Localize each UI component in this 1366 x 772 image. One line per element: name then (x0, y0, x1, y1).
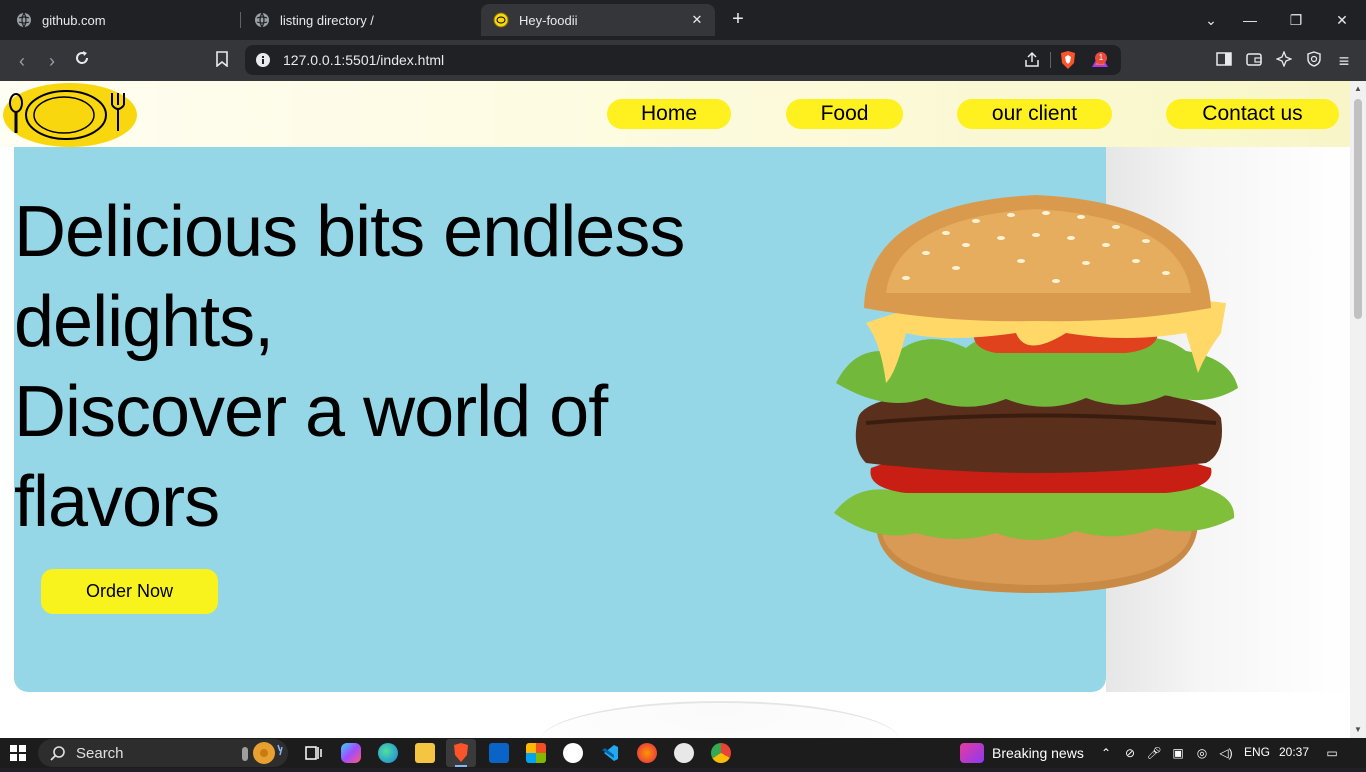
news-widget[interactable]: Breaking news (960, 742, 1084, 764)
taskbar-search[interactable]: Search (38, 739, 288, 767)
chevron-down-icon[interactable]: ⌄ (1199, 8, 1223, 32)
tab-github[interactable]: github.com (4, 4, 236, 36)
globe-icon[interactable]: ◎ (1194, 745, 1210, 761)
vscode-icon[interactable] (600, 743, 620, 763)
divider (1050, 52, 1051, 68)
windows-taskbar: Search Breaking news ⌃ ⊘ 🎤︎ ▣ ◎ ◁) ENG 2… (0, 738, 1366, 768)
browser-toolbar: ‹ › 127.0.0.1:5501/index.html 1 ≡ (0, 40, 1366, 81)
minimize-icon[interactable]: — (1238, 8, 1262, 32)
globe-icon (16, 12, 32, 28)
tab-title: Hey-foodii (519, 12, 578, 28)
scroll-down-icon[interactable]: ▼ (1354, 726, 1362, 734)
network-off-icon[interactable]: ⊘ (1122, 745, 1138, 761)
windows-start-icon[interactable] (10, 745, 26, 761)
microsoft-store-icon[interactable] (526, 743, 546, 763)
burger-image (834, 195, 1238, 593)
reload-icon[interactable] (70, 49, 94, 73)
hero-headline: Delicious bits endless delights, Discove… (14, 187, 774, 547)
restore-icon[interactable]: ❐ (1284, 8, 1308, 32)
brave-shields-icon[interactable] (1059, 50, 1077, 70)
firefox-icon[interactable] (637, 743, 657, 763)
chat-app-icon[interactable] (674, 743, 694, 763)
nav-our-client-button[interactable]: our client (957, 99, 1112, 129)
wallet-icon[interactable] (1242, 49, 1266, 73)
scroll-thumb[interactable] (1354, 99, 1362, 319)
site-favicon (493, 12, 509, 28)
globe-icon (254, 12, 270, 28)
brave-rewards-icon[interactable]: 1 (1089, 49, 1111, 71)
back-icon[interactable]: ‹ (10, 49, 34, 73)
headline-line: Delicious bits endless (14, 192, 685, 272)
url-text: 127.0.0.1:5501/index.html (283, 52, 445, 68)
search-icon (50, 746, 65, 761)
tab-listing-directory[interactable]: listing directory / (242, 4, 474, 36)
share-icon[interactable] (1023, 51, 1041, 69)
chrome-icon[interactable] (711, 743, 731, 763)
search-label: Search (76, 745, 124, 762)
app-icon[interactable] (563, 743, 583, 763)
forward-icon[interactable]: › (40, 49, 64, 73)
nav-contact-us-button[interactable]: Contact us (1166, 99, 1339, 129)
volume-icon[interactable]: ◁) (1218, 745, 1234, 761)
tab-hey-foodii[interactable]: Hey-foodii ✕ (481, 4, 715, 36)
headline-line: flavors (14, 462, 220, 542)
file-explorer-icon[interactable] (415, 743, 435, 763)
page-scrollbar[interactable]: ▲ ▼ (1350, 81, 1366, 738)
tab-title: listing directory / (280, 12, 374, 28)
news-label: Breaking news (992, 745, 1084, 761)
tab-title: github.com (42, 12, 106, 28)
page-viewport: Delicious bits endless delights, Discove… (0, 81, 1350, 738)
clock[interactable]: 20:37 (1279, 745, 1309, 759)
site-info-icon[interactable] (255, 52, 271, 68)
menu-icon[interactable]: ≡ (1332, 49, 1356, 73)
task-view-icon[interactable] (303, 743, 323, 763)
news-icon (960, 743, 984, 763)
copilot-icon[interactable] (341, 743, 361, 763)
sidebar-toggle-icon[interactable] (1212, 49, 1236, 73)
address-bar[interactable]: 127.0.0.1:5501/index.html 1 (245, 45, 1121, 75)
display-icon[interactable]: ▣ (1170, 745, 1186, 761)
order-now-button[interactable]: Order Now (41, 569, 218, 614)
rewards-badge: 1 (1095, 52, 1107, 64)
tab-separator (240, 12, 241, 28)
outlook-icon[interactable] (489, 743, 509, 763)
nav-food-button[interactable]: Food (786, 99, 903, 129)
leo-ai-icon[interactable] (1272, 49, 1296, 73)
plate-image (540, 701, 900, 738)
microphone-icon[interactable]: 🎤︎ (1146, 745, 1162, 761)
new-tab-icon[interactable]: + (728, 9, 748, 29)
headline-line: delights, (14, 282, 274, 362)
bookmark-icon[interactable] (210, 49, 234, 73)
scroll-up-icon[interactable]: ▲ (1354, 85, 1362, 93)
edge-icon[interactable] (378, 743, 398, 763)
notifications-icon[interactable]: ▭ (1324, 745, 1340, 761)
close-tab-icon[interactable]: ✕ (689, 12, 705, 28)
close-window-icon[interactable]: ✕ (1330, 8, 1354, 32)
brave-browser-taskbar[interactable] (446, 739, 476, 767)
site-logo[interactable] (2, 83, 137, 147)
vpn-icon[interactable] (1302, 49, 1326, 73)
language-indicator[interactable]: ENG (1244, 745, 1270, 759)
search-highlight-icon (242, 742, 283, 764)
site-navbar: Home Food our client Contact us (0, 81, 1350, 147)
tab-strip: github.com listing directory / Hey-foodi… (0, 0, 1366, 40)
chevron-up-icon[interactable]: ⌃ (1098, 745, 1114, 761)
nav-home-button[interactable]: Home (607, 99, 731, 129)
headline-line: Discover a world of (14, 372, 608, 452)
